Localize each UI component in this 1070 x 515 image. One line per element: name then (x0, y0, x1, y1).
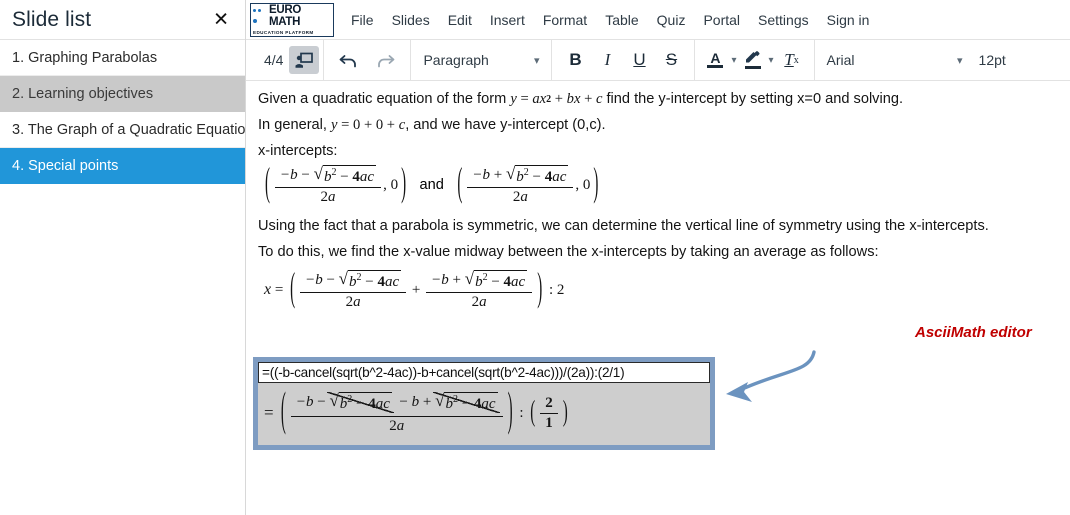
formula-x-intercepts: ( −b − √ b2 − 4ac 2a , 0 ) and (−b + √ … (262, 162, 1060, 207)
menu-item-sign-in[interactable]: Sign in (818, 1, 879, 39)
fraction-cancelled: −b − √ b2 − 4ac − b + √ b2 − 4ac 2a (290, 390, 503, 435)
highlighter-pen-svg (746, 51, 760, 63)
menu-item-insert[interactable]: Insert (481, 1, 534, 39)
menu-item-edit[interactable]: Edit (439, 1, 481, 39)
highlight-color-swatch (744, 66, 761, 69)
font-family-value: Arial (826, 52, 855, 68)
editor-pane: EURO MATH EDUCATION PLATFORM File Slides… (246, 0, 1070, 515)
underline-button[interactable]: U (624, 45, 654, 75)
formula-root-negative: ( −b − √ b2 − 4ac 2a , 0 ) (265, 162, 407, 207)
menu-item-table[interactable]: Table (596, 1, 647, 39)
font-family-dropdown[interactable]: Arial ▾ (815, 40, 975, 81)
clear-formatting-label: T (784, 50, 794, 69)
text-color-letter: A (710, 50, 721, 66)
logo-line-2: MATH (269, 16, 301, 28)
page-title: Slide list (12, 7, 92, 31)
sidebar-item-slide-2[interactable]: 2. Learning objectives (0, 76, 245, 112)
fraction-avg-left: −b − √ b2 − 4ac 2a (300, 269, 407, 311)
paragraph-in-general-text-b: , and we have y-intercept (0,c). (405, 116, 606, 133)
paragraph-intro-text-a: Given a quadratic equation of the form (258, 91, 507, 107)
clear-formatting-sub: x (793, 54, 799, 66)
presentation-icon[interactable] (289, 46, 320, 74)
redo-arrow-icon[interactable] (370, 46, 400, 74)
sidebar-item-label: 2. Learning objectives (12, 85, 154, 102)
slide-page-counter: 4/4 (264, 52, 284, 68)
paragraph-intro-text-b: find the y-intercept by setting x=0 and … (606, 91, 904, 107)
sidebar-item-label: 4. Special points (12, 157, 119, 174)
paragraph-symmetry: Using the fact that a parabola is symmet… (258, 218, 989, 235)
cancelled-radical-right: √ b2 − 4ac (433, 390, 501, 413)
asciimath-input[interactable] (258, 362, 710, 383)
chevron-down-icon: ▾ (957, 54, 963, 67)
logo-subtitle: EDUCATION PLATFORM (253, 29, 314, 35)
fraction-avg-right: −b + √ b2 − 4ac 2a (426, 269, 533, 311)
menu-item-file[interactable]: File (342, 1, 383, 39)
font-size-value: 12pt (978, 52, 1006, 68)
formula-conjunction: and (419, 177, 444, 194)
formatting-toolbar: 4/4 Paragraph ▾ B I U S A ▾ ▾ T x Arial … (246, 39, 1070, 81)
formula-root-positive: ( −b + √ b2 − 4ac 2a , 0 ) (457, 162, 599, 207)
fraction-root-negative: −b − √ b2 − 4ac 2a (275, 165, 382, 206)
asciimath-editor-box[interactable]: = ( −b − √b2 − 4ac − b + √b2 − 4ac 2a ) … (253, 357, 715, 450)
menu-bar: EURO MATH EDUCATION PLATFORM File Slides… (246, 0, 1070, 40)
menu-item-portal[interactable]: Portal (694, 1, 749, 39)
fraction-two-over-one: 2 1 (540, 395, 558, 432)
italic-button[interactable]: I (592, 45, 622, 75)
paragraph-average: To do this, we find the x-value midway b… (258, 244, 879, 261)
annotation-label: AsciiMath editor (915, 324, 1032, 341)
text-color-swatch (707, 65, 724, 68)
menu-item-settings[interactable]: Settings (749, 1, 818, 39)
euromath-logo: EURO MATH EDUCATION PLATFORM (250, 2, 334, 37)
sidebar-item-slide-3[interactable]: 3. The Graph of a Quadratic Equation (0, 112, 245, 148)
cancelled-radical-left: √ b2 − 4ac (327, 390, 395, 413)
bold-button[interactable]: B (560, 45, 590, 75)
app-root: Slide list ✕ 1. Graphing Parabolas 2. Le… (0, 0, 1070, 515)
menu-item-slides[interactable]: Slides (383, 1, 439, 39)
close-icon[interactable]: ✕ (213, 10, 229, 29)
paragraph-x-intercepts-label: x-intercepts: (258, 142, 338, 159)
paragraph-style-dropdown[interactable]: Paragraph ▾ (411, 40, 551, 81)
inline-equation-y-intercept: y = 0 + 0 + c (331, 116, 406, 133)
fraction-root-positive: −b + √ b2 − 4ac 2a (467, 165, 574, 206)
paragraph-in-general-text-a: In general, (258, 116, 327, 133)
paragraph-in-general: In general, y = 0 + 0 + c , and we have … (258, 117, 1060, 134)
sidebar-item-label: 1. Graphing Parabolas (12, 49, 158, 66)
highlighter-pen-icon[interactable] (741, 45, 765, 75)
font-size-dropdown[interactable]: 12pt (975, 40, 1014, 81)
chevron-down-icon[interactable]: ▾ (727, 55, 740, 66)
chevron-down-icon: ▾ (533, 54, 540, 67)
annotation-arrow-icon (726, 350, 816, 402)
clear-formatting-button[interactable]: Tx (778, 45, 806, 75)
inline-equation-general-form: y = ax 2 + bx + c (510, 91, 603, 107)
sidebar-item-label: 3. The Graph of a Quadratic Equation (12, 121, 245, 138)
asciimath-rendered-preview: = ( −b − √ b2 − 4ac − b + √ b2 − 4ac 2a ) … (264, 385, 568, 437)
paragraph-intro: Given a quadratic equation of the form y… (258, 91, 1060, 108)
logo-dots-icon (253, 5, 269, 27)
undo-arrow-svg (340, 54, 357, 67)
presentation-icon-svg (295, 52, 313, 68)
sidebar-item-slide-1[interactable]: 1. Graphing Parabolas (0, 40, 245, 76)
paragraph-style-value: Paragraph (423, 52, 489, 68)
text-color-button[interactable]: A (703, 45, 727, 75)
slide-list-header: Slide list ✕ (0, 0, 245, 40)
slide-content-area[interactable]: Given a quadratic equation of the form y… (246, 81, 1070, 515)
slide-list-sidebar: Slide list ✕ 1. Graphing Parabolas 2. Le… (0, 0, 246, 515)
undo-arrow-icon[interactable] (334, 46, 364, 74)
formula-vertex-average: x = ( −b − √ b2 − 4ac 2a + −b + √ b2 − 4ac… (264, 267, 565, 311)
redo-arrow-svg (378, 54, 395, 67)
strikethrough-button[interactable]: S (656, 45, 686, 75)
logo-line-1: EURO (269, 3, 302, 16)
sidebar-item-slide-4[interactable]: 4. Special points (0, 148, 245, 184)
menu-item-format[interactable]: Format (534, 1, 596, 39)
chevron-down-icon[interactable]: ▾ (765, 55, 778, 66)
menu-item-quiz[interactable]: Quiz (648, 1, 695, 39)
